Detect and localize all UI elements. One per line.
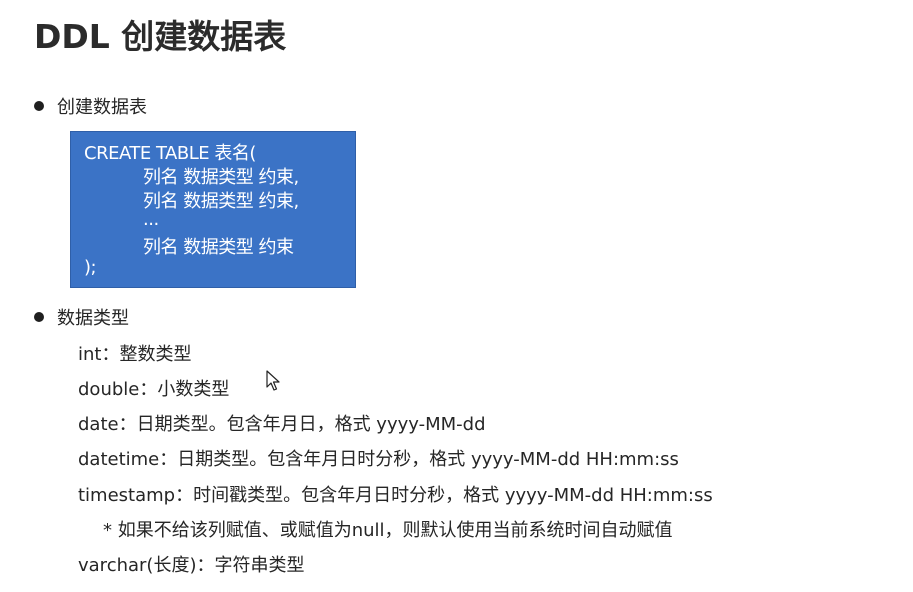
data-type-timestamp: timestamp：时间戳类型。包含年月日时分秒，格式 yyyy-MM-dd H…: [78, 485, 713, 506]
bullet-dot-icon: [34, 312, 44, 322]
data-type-varchar: varchar(长度)：字符串类型: [78, 555, 305, 576]
code-line: CREATE TABLE 表名(: [84, 143, 256, 164]
code-line: );: [84, 257, 97, 278]
data-type-double: double：小数类型: [78, 379, 230, 400]
code-line: ...: [143, 209, 159, 230]
bullet-dot-icon: [34, 101, 44, 111]
code-line: 列名 数据类型 约束,: [143, 167, 299, 188]
bullet-data-types: 数据类型: [34, 304, 129, 330]
code-line: 列名 数据类型 约束: [143, 237, 294, 258]
data-type-datetime: datetime：日期类型。包含年月日时分秒，格式 yyyy-MM-dd HH:…: [78, 449, 679, 470]
timestamp-note: * 如果不给该列赋值、或赋值为null，则默认使用当前系统时间自动赋值: [103, 520, 673, 541]
data-type-int: int：整数类型: [78, 344, 192, 365]
mouse-cursor-icon: [266, 370, 280, 391]
bullet-create-table-label: 创建数据表: [57, 97, 147, 118]
code-line: 列名 数据类型 约束,: [143, 191, 299, 212]
bullet-data-types-label: 数据类型: [57, 308, 129, 329]
bullet-create-table: 创建数据表: [34, 93, 147, 119]
slide-title: DDL 创建数据表: [34, 17, 287, 56]
create-table-syntax-box: CREATE TABLE 表名( 列名 数据类型 约束, 列名 数据类型 约束,…: [70, 131, 356, 288]
data-type-date: date：日期类型。包含年月日，格式 yyyy-MM-dd: [78, 414, 486, 435]
